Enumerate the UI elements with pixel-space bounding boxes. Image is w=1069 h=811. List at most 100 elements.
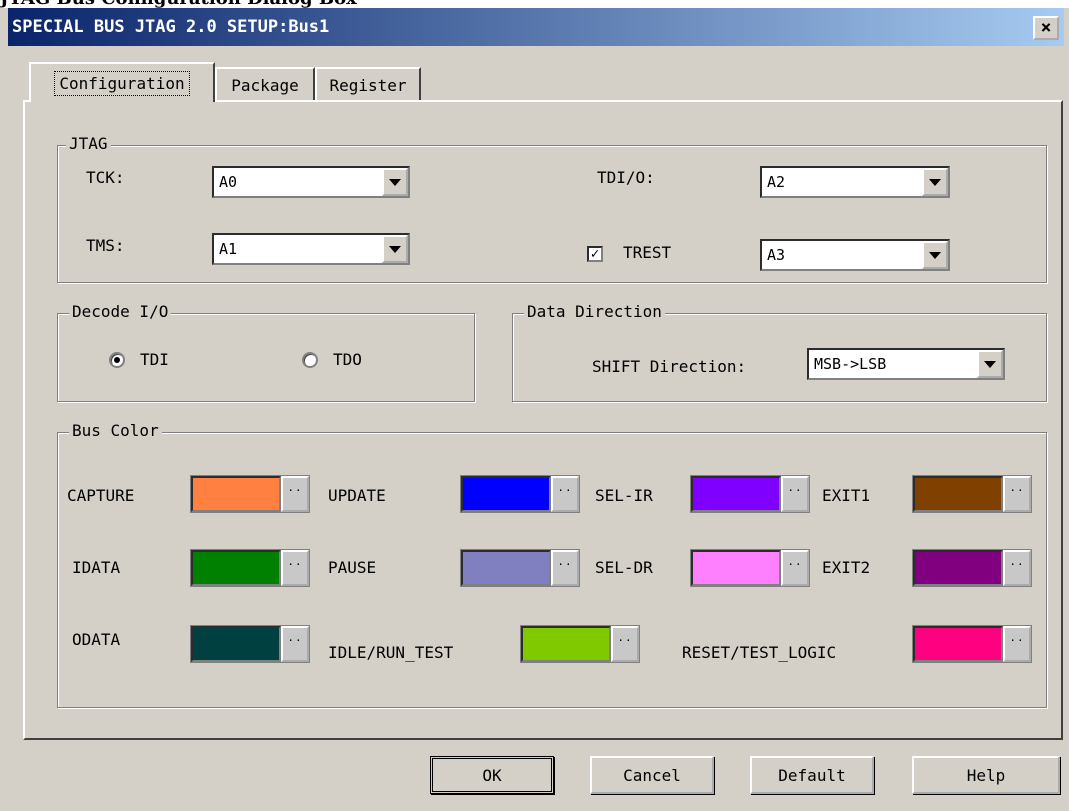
tab-register-label: Register [329, 75, 407, 95]
close-button[interactable]: × [1033, 16, 1059, 40]
shift-direction-select[interactable]: MSB->LSB [807, 348, 1005, 380]
idata-color-picker[interactable]: ·· [190, 549, 310, 587]
tab-package-label: Package [231, 75, 299, 95]
reset-test-logic-color-swatch [913, 626, 1003, 662]
default-button[interactable]: Default [750, 756, 874, 794]
ellipsis-icon[interactable]: ·· [611, 626, 639, 662]
ellipsis-icon[interactable]: ·· [1003, 550, 1031, 586]
bus-color-group-title: Bus Color [69, 421, 162, 440]
tms-value: A1 [219, 240, 238, 258]
tab-configuration[interactable]: Configuration [29, 62, 215, 102]
tdo-radio[interactable] [302, 352, 318, 368]
update-color-picker[interactable]: ·· [460, 475, 580, 513]
cancel-button-label: Cancel [623, 765, 681, 785]
tck-value: A0 [219, 173, 238, 191]
odata-color-swatch [191, 626, 281, 662]
ok-button-label: OK [482, 765, 502, 785]
document-caption-text: JTAG Bus Configuration Dialog Box [0, 0, 357, 8]
tms-label: TMS: [86, 236, 125, 255]
chevron-down-icon [984, 360, 996, 368]
exit2-label: EXIT2 [822, 558, 871, 577]
tab-register[interactable]: Register [315, 67, 421, 101]
ellipsis-icon[interactable]: ·· [281, 476, 309, 512]
ellipsis-icon[interactable]: ·· [281, 626, 309, 662]
exit2-color-swatch [913, 550, 1003, 586]
default-button-label: Default [778, 765, 846, 785]
tdio-value: A2 [767, 173, 786, 191]
pause-label: PAUSE [328, 558, 377, 577]
cancel-button[interactable]: Cancel [590, 756, 714, 794]
reset-test-logic-label: RESET/TEST_LOGIC [682, 643, 837, 662]
pause-color-picker[interactable]: ·· [460, 549, 580, 587]
sel-dr-color-picker[interactable]: ·· [690, 549, 810, 587]
decode-io-group-title: Decode I/O [69, 302, 172, 321]
trest-value: A3 [767, 246, 786, 264]
sel-ir-color-picker[interactable]: ·· [690, 475, 810, 513]
trest-checkbox[interactable]: ✓ [587, 246, 603, 262]
jtag-group-title: JTAG [66, 134, 111, 153]
data-direction-group-title: Data Direction [524, 302, 665, 321]
sel-ir-label: SEL-IR [595, 486, 653, 505]
check-icon: ✓ [590, 246, 600, 262]
idle-run-test-color-picker[interactable]: ·· [520, 625, 640, 663]
tck-label: TCK: [86, 168, 125, 187]
tdo-radio-label: TDO [333, 350, 362, 369]
idata-color-swatch [191, 550, 281, 586]
sel-ir-color-swatch [691, 476, 781, 512]
exit1-color-swatch [913, 476, 1003, 512]
trest-label: TREST [623, 243, 672, 262]
idle-run-test-label: IDLE/RUN_TEST [328, 643, 454, 662]
ellipsis-icon[interactable]: ·· [781, 550, 809, 586]
odata-label: ODATA [72, 630, 121, 649]
ellipsis-icon[interactable]: ·· [281, 550, 309, 586]
idle-run-test-color-swatch [521, 626, 611, 662]
tms-select[interactable]: A1 [212, 233, 410, 265]
pause-color-swatch [461, 550, 551, 586]
tab-package[interactable]: Package [215, 67, 315, 101]
chevron-down-icon [389, 245, 401, 253]
capture-color-picker[interactable]: ·· [190, 475, 310, 513]
update-color-swatch [461, 476, 551, 512]
trest-select[interactable]: A3 [760, 239, 950, 271]
sel-dr-label: SEL-DR [595, 558, 653, 577]
tdio-select[interactable]: A2 [760, 166, 950, 198]
tdi-radio[interactable] [109, 352, 125, 368]
idata-label: IDATA [72, 558, 121, 577]
tdi-radio-label: TDI [140, 350, 169, 369]
title-bar[interactable]: SPECIAL BUS JTAG 2.0 SETUP:Bus1 [8, 8, 1064, 46]
help-button[interactable]: Help [912, 756, 1060, 794]
reset-test-logic-color-picker[interactable]: ·· [912, 625, 1032, 663]
ok-button[interactable]: OK [430, 756, 554, 794]
shift-direction-label: SHIFT Direction: [592, 357, 747, 376]
shift-direction-dropdown-button[interactable] [977, 350, 1003, 378]
tab-configuration-label: Configuration [54, 70, 190, 96]
exit2-color-picker[interactable]: ·· [912, 549, 1032, 587]
ellipsis-icon[interactable]: ·· [781, 476, 809, 512]
tdio-dropdown-button[interactable] [922, 168, 948, 196]
tck-select[interactable]: A0 [212, 166, 410, 198]
exit1-label: EXIT1 [822, 486, 871, 505]
document-caption: JTAG Bus Configuration Dialog Box [0, 0, 1069, 8]
help-button-label: Help [966, 765, 1006, 785]
ellipsis-icon[interactable]: ·· [1003, 626, 1031, 662]
capture-label: CAPTURE [67, 486, 135, 505]
close-icon: × [1040, 17, 1052, 38]
sel-dr-color-swatch [691, 550, 781, 586]
ellipsis-icon[interactable]: ·· [1003, 476, 1031, 512]
shift-direction-value: MSB->LSB [814, 355, 887, 373]
ellipsis-icon[interactable]: ·· [551, 476, 579, 512]
capture-color-swatch [191, 476, 281, 512]
update-label: UPDATE [328, 486, 386, 505]
chevron-down-icon [929, 251, 941, 259]
tms-dropdown-button[interactable] [382, 235, 408, 263]
odata-color-picker[interactable]: ·· [190, 625, 310, 663]
tdio-label: TDI/O: [597, 168, 655, 187]
ellipsis-icon[interactable]: ·· [551, 550, 579, 586]
tck-dropdown-button[interactable] [382, 168, 408, 196]
exit1-color-picker[interactable]: ·· [912, 475, 1032, 513]
chevron-down-icon [929, 178, 941, 186]
window-title: SPECIAL BUS JTAG 2.0 SETUP:Bus1 [12, 17, 330, 37]
radio-selected-dot [114, 357, 120, 363]
trest-dropdown-button[interactable] [922, 241, 948, 269]
chevron-down-icon [389, 178, 401, 186]
